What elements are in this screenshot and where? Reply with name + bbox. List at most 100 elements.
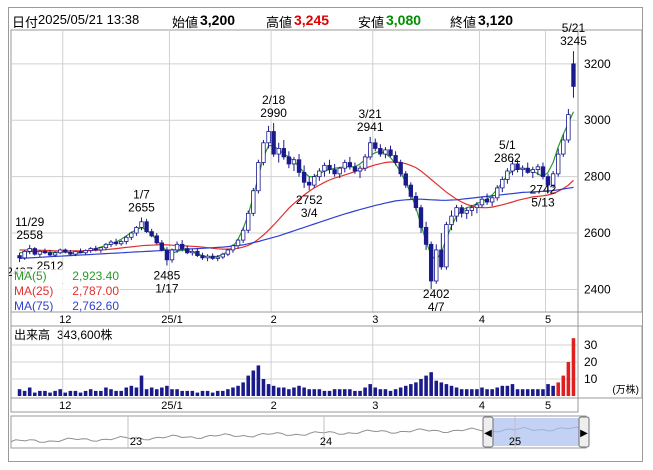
candle-body — [210, 255, 215, 259]
annotation-date: 11/29 — [15, 215, 44, 229]
volume-bar — [378, 389, 383, 396]
candle-body — [286, 156, 292, 165]
candle-body — [428, 243, 434, 282]
candle-body — [449, 215, 454, 225]
volume-bar — [368, 384, 372, 396]
volume-bar — [256, 365, 261, 396]
candle-body — [230, 245, 236, 251]
volume-bar — [180, 390, 184, 396]
candle-body — [129, 232, 134, 238]
candle-body — [246, 212, 251, 231]
volume-bar — [276, 387, 281, 396]
volume-bar — [119, 390, 123, 396]
candle-body — [454, 207, 459, 217]
candle-body — [556, 153, 561, 175]
annotation-value: 2485 — [154, 268, 181, 282]
candle-body — [327, 164, 332, 170]
candle-body — [484, 198, 490, 203]
candle-body — [98, 247, 104, 251]
x-tick-label: 4 — [479, 314, 485, 326]
volume-bar — [561, 375, 566, 396]
volume-bar — [226, 389, 230, 396]
annotation-value: 2742 — [530, 182, 557, 196]
candle-body — [439, 249, 444, 268]
volume-bar — [495, 387, 500, 396]
volume-bar — [520, 389, 525, 396]
volume-bar — [348, 389, 352, 396]
candle-body — [423, 226, 429, 245]
volume-bar — [551, 385, 555, 396]
volume-bar — [221, 390, 225, 396]
candle-body — [520, 167, 525, 170]
volume-bar — [165, 385, 169, 396]
volume-bar — [17, 389, 22, 396]
volume-bar — [398, 387, 403, 396]
volume-bar — [317, 389, 322, 396]
chart-frame: 日付 2025/05/21 13:38 始値 3,200 高値 3,245 安値… — [8, 7, 643, 462]
volume-unit: (万株) — [612, 383, 639, 396]
candle-body — [149, 231, 154, 237]
candle-body — [403, 173, 408, 186]
candle-body — [444, 224, 449, 268]
volume-label: 出来高 — [14, 327, 50, 342]
volume-bar — [114, 390, 118, 396]
legend-name: MA(5) — [14, 269, 47, 283]
volume-bar — [480, 387, 484, 396]
candle-body — [235, 239, 241, 247]
volume-bar — [409, 384, 413, 396]
candle-body — [113, 241, 119, 245]
volume-bar — [485, 389, 489, 396]
volume-bar — [464, 389, 469, 396]
annotation-date: 1/17 — [155, 281, 179, 295]
candle-body — [413, 195, 419, 209]
volume-bar — [337, 389, 342, 396]
volume-bar — [88, 389, 93, 396]
volume-bar — [149, 387, 154, 396]
candle-body — [134, 226, 139, 234]
candle-body — [266, 131, 271, 144]
volume-bar — [388, 390, 393, 396]
candle-body — [459, 207, 464, 214]
candle-body — [393, 155, 398, 163]
volume-bar — [68, 390, 73, 396]
annotation-date: 3/21 — [359, 107, 383, 121]
x-tick-label: 3 — [372, 314, 378, 326]
volume-bar — [363, 387, 367, 396]
candle-body — [63, 249, 68, 253]
price-tick-label: 3200 — [584, 57, 611, 71]
volume-bar — [200, 390, 205, 396]
volume-x-axis: 12 25/1 2 3 4 5 — [10, 397, 579, 413]
candle-body — [434, 249, 439, 282]
volume-bar — [449, 385, 454, 396]
volume-panel: 出来高 343,600株 30 20 10 (万株) — [10, 325, 642, 399]
volume-bar — [353, 390, 357, 396]
candle-body — [174, 243, 180, 251]
volume-bar — [459, 389, 464, 396]
candle-body — [342, 162, 347, 169]
x-tick-label: 5 — [545, 314, 551, 326]
candle-body — [337, 167, 342, 175]
volume-bar — [515, 389, 520, 396]
candle-body — [58, 249, 63, 254]
volume-bar — [271, 385, 276, 396]
volume-bar — [83, 390, 88, 396]
volume-bar — [556, 382, 560, 396]
candle-body — [408, 184, 414, 197]
volume-bar — [444, 384, 449, 396]
candle-body — [195, 250, 200, 256]
candle-body — [220, 253, 225, 258]
chevron-left-icon: ◀ — [484, 428, 492, 439]
legend-name: MA(25) — [14, 284, 53, 298]
volume-bar — [251, 370, 256, 396]
candle-body — [307, 181, 312, 186]
volume-bar — [63, 392, 68, 396]
volume-value: 343,600株 — [57, 327, 112, 342]
volume-tick-label: 20 — [584, 355, 598, 369]
volume-bar — [490, 389, 494, 396]
volume-bar — [541, 389, 545, 396]
volume-bar — [302, 387, 306, 396]
candle-body — [88, 248, 93, 251]
volume-bar — [215, 390, 220, 396]
volume-x-tick-label: 2 — [271, 400, 277, 412]
volume-bar — [434, 380, 439, 396]
